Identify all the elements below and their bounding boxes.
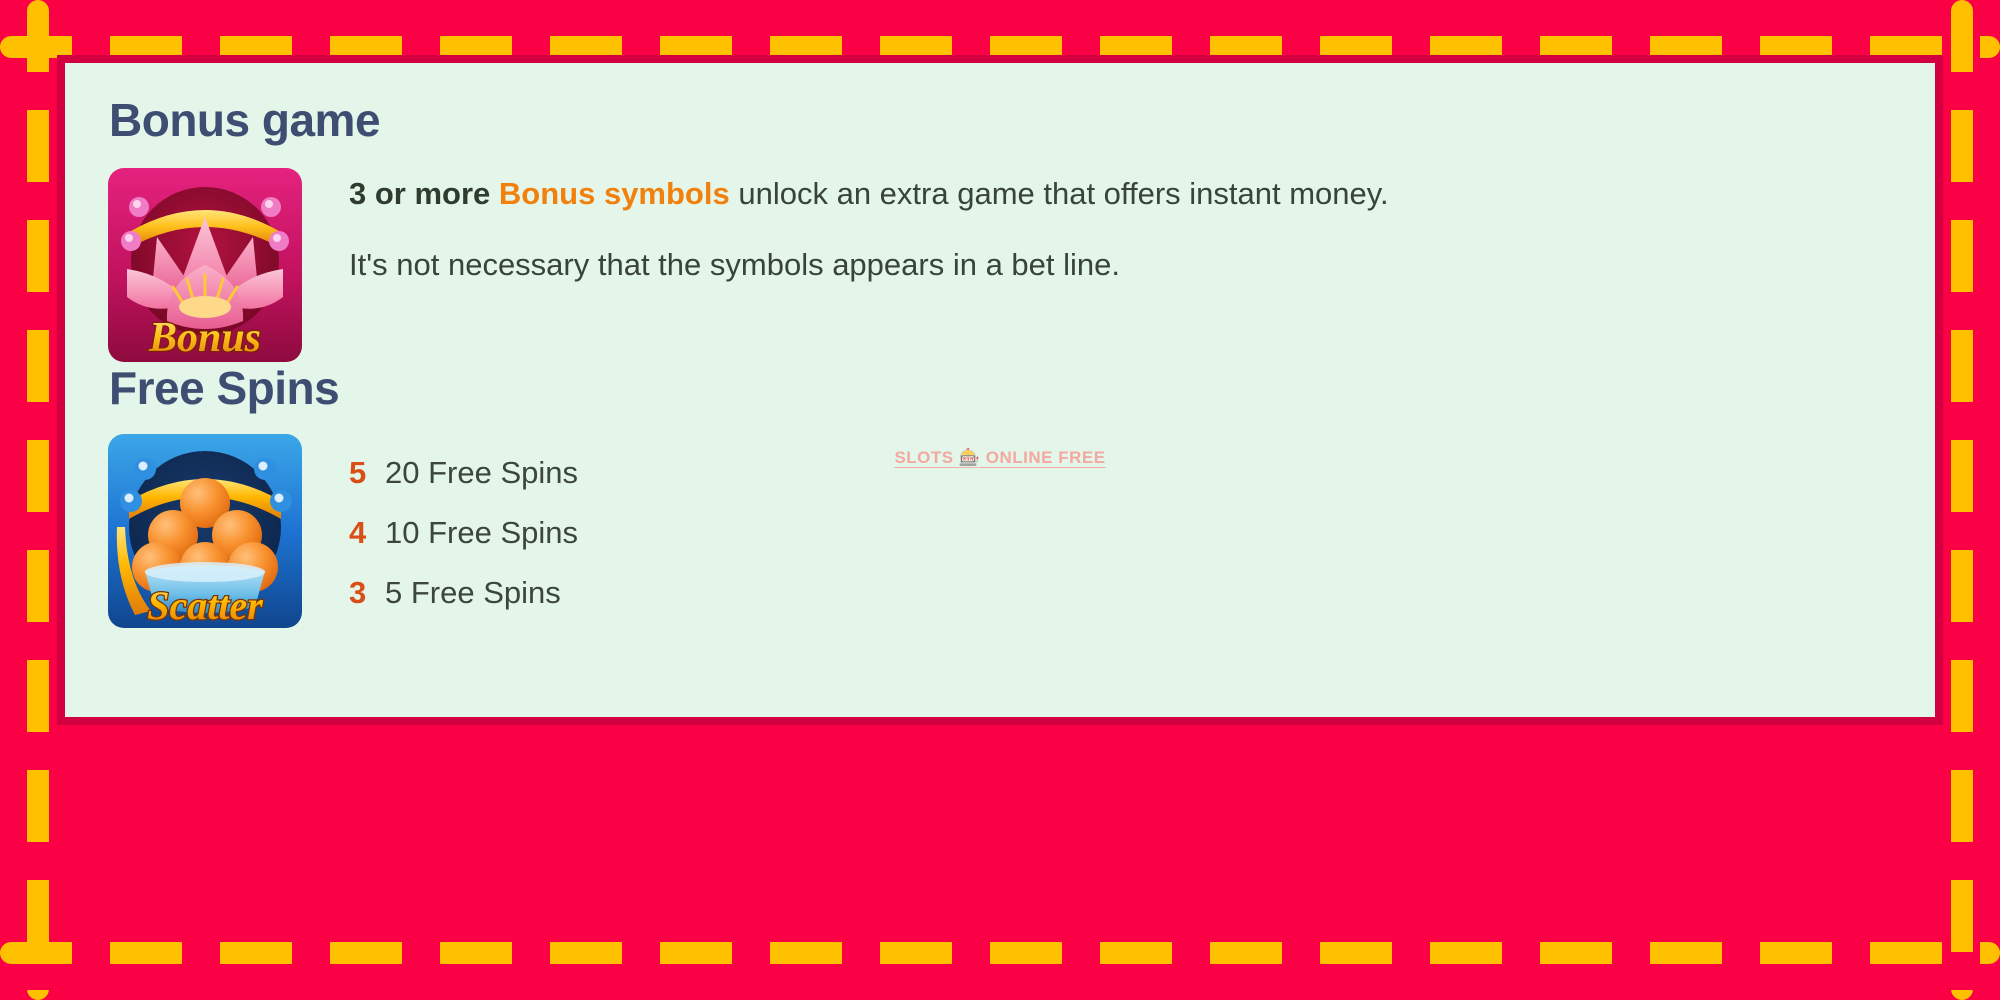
free-spin-label: 10 Free Spins	[385, 515, 578, 550]
bonus-symbols-accent: Bonus symbols	[498, 176, 730, 211]
bonus-rule-line: 3 or more Bonus symbols unlock an extra …	[349, 175, 1895, 214]
free-spin-count: 4	[349, 515, 367, 550]
watermark-text-left: SLOTS	[894, 448, 954, 467]
free-spin-count: 3	[349, 575, 367, 610]
slot-promo-frame: Bonus game Bonus 3 or more Bonus symbols…	[0, 0, 2000, 1000]
scatter-bowl-symbol-icon: Scatter	[105, 431, 305, 631]
content-card: Bonus game Bonus 3 or more Bonus symbols…	[57, 55, 1943, 725]
page-title-bonus-game: Bonus game	[109, 94, 381, 146]
border-dash-left	[27, 0, 49, 1000]
bonus-game-block: Bonus 3 or more Bonus symbols unlock an …	[105, 165, 1895, 365]
watermark-text-right: ONLINE FREE	[985, 448, 1106, 467]
svg-text:Scatter: Scatter	[147, 583, 263, 628]
content-card-inner: Bonus game Bonus 3 or more Bonus symbols…	[65, 63, 1935, 717]
bonus-lotus-symbol-icon: Bonus	[105, 165, 305, 365]
list-item: 3 5 Free Spins	[349, 575, 1895, 611]
slot-machine-icon: 🎰	[958, 448, 981, 467]
bonus-note-line: It's not necessary that the symbols appe…	[349, 246, 1121, 282]
watermark: SLOTS 🎰 ONLINE FREE	[65, 448, 1935, 468]
svg-text:Bonus: Bonus	[148, 315, 261, 361]
border-dash-bottom	[0, 942, 2000, 964]
list-item: 4 10 Free Spins	[349, 515, 1895, 551]
bonus-game-text: 3 or more Bonus symbols unlock an extra …	[305, 165, 1895, 317]
free-spin-label: 5 Free Spins	[385, 575, 561, 610]
page-title-free-spins: Free Spins	[109, 362, 340, 414]
border-dash-right	[1951, 0, 1973, 1000]
bonus-rule-tail: unlock an extra game that offers instant…	[738, 176, 1389, 211]
bonus-rule-lead: 3 or more	[349, 176, 491, 211]
